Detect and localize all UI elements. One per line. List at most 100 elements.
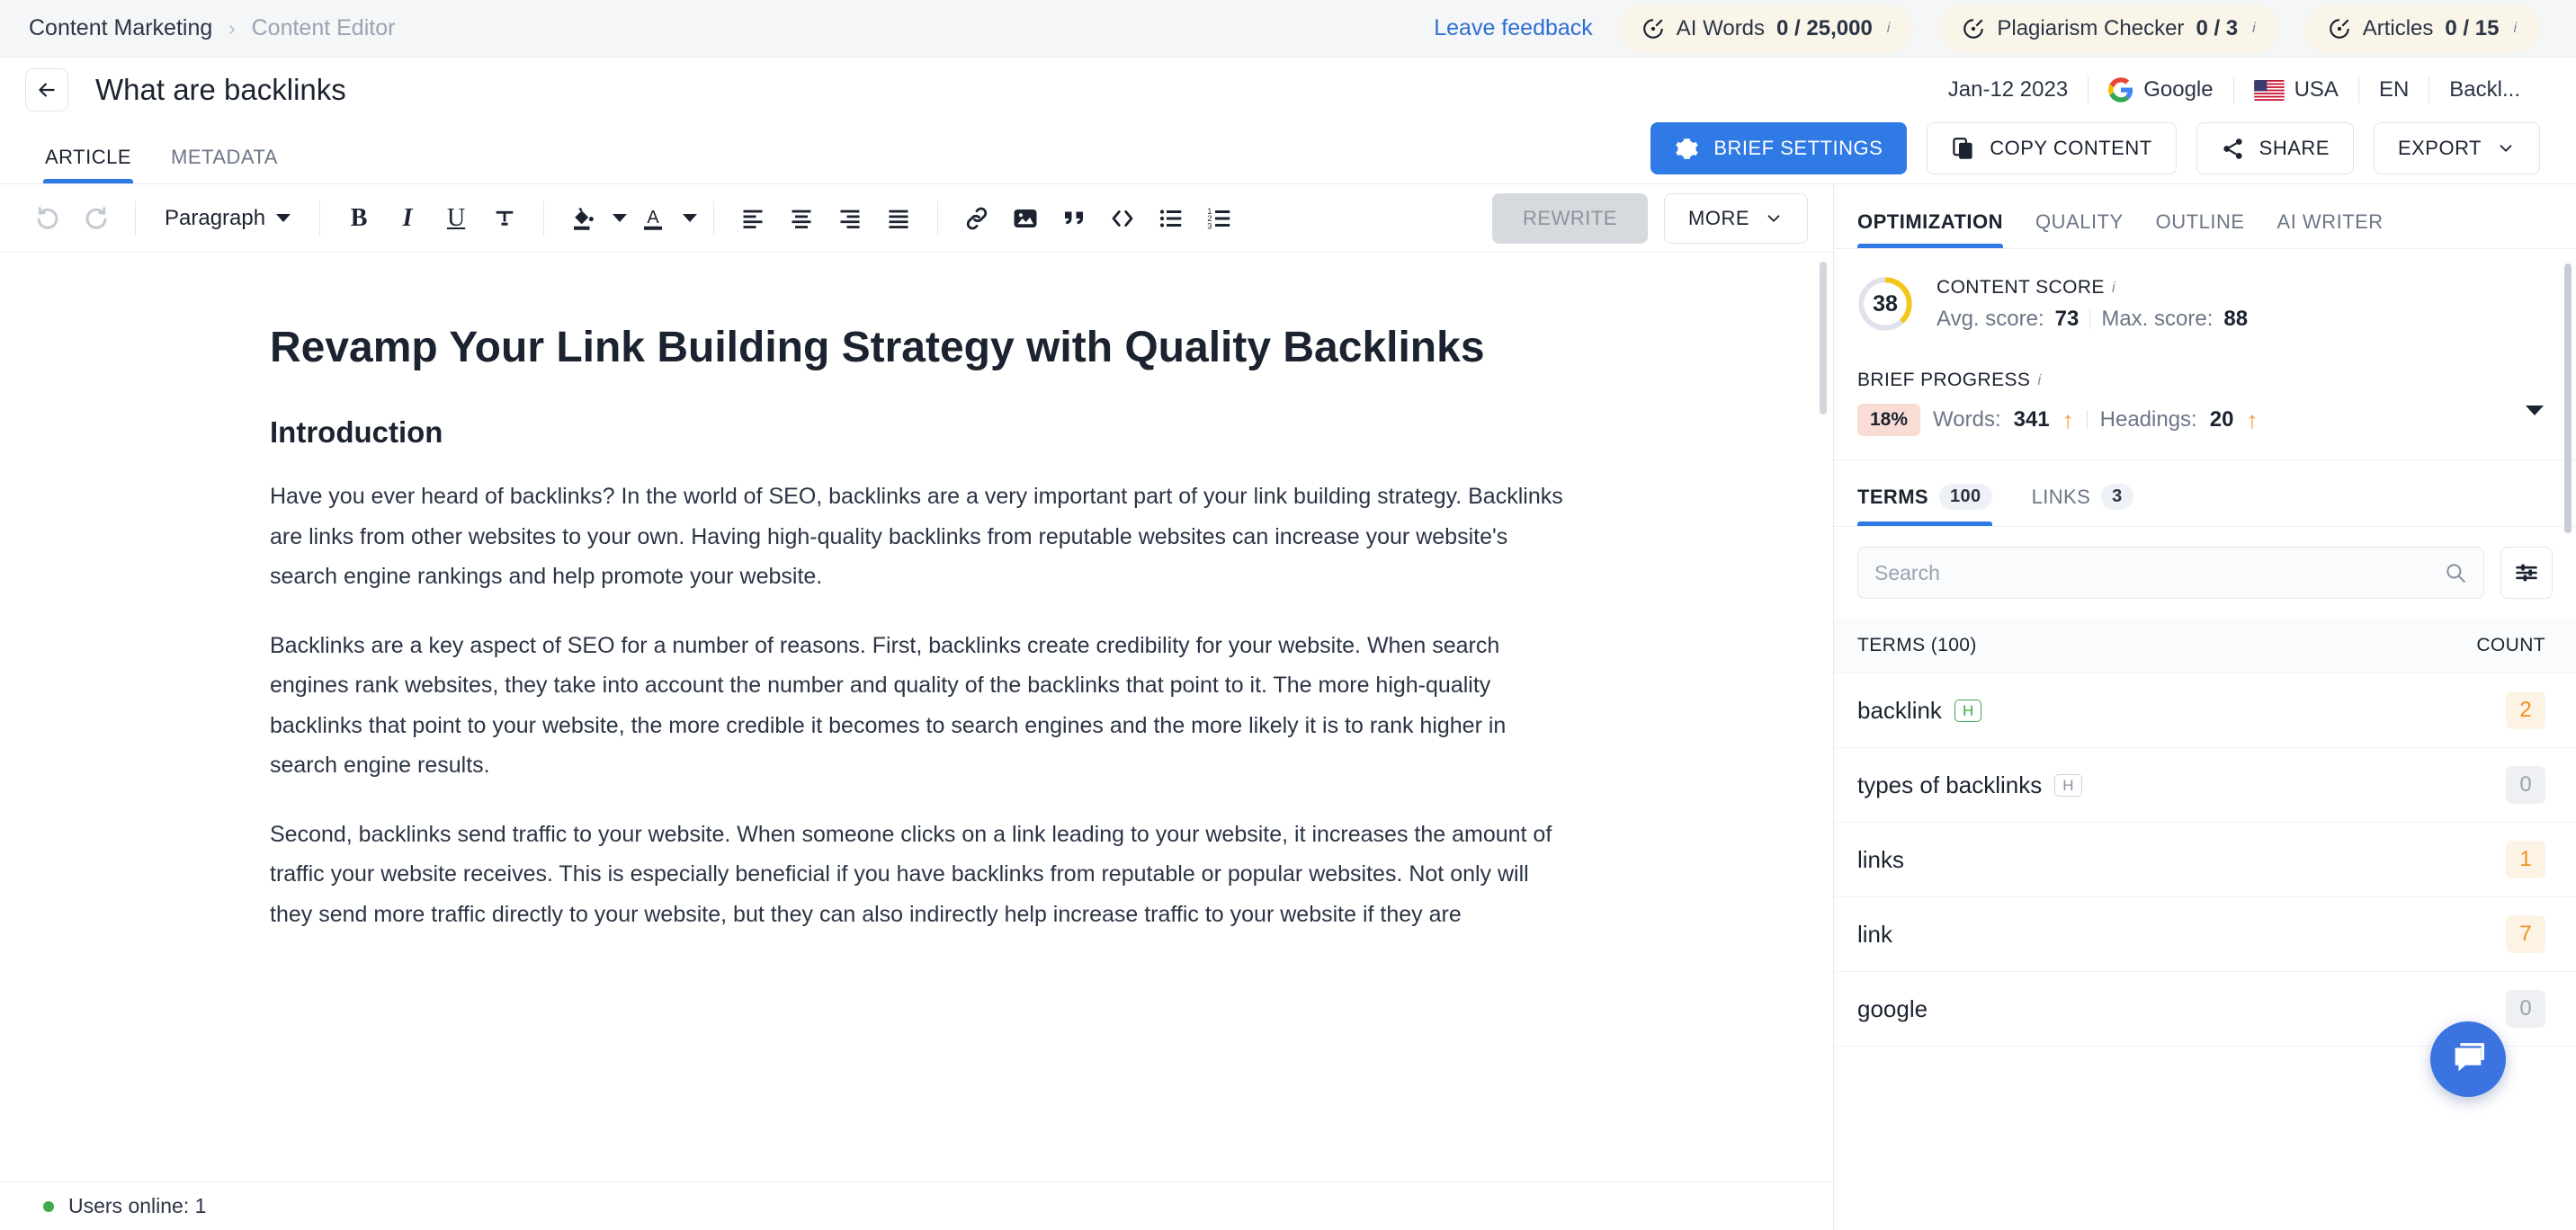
divider: [135, 201, 136, 236]
document-meta: Jan-12 2023 Google: [1928, 76, 2540, 103]
search-input[interactable]: [1874, 561, 2444, 585]
tab-article[interactable]: ARTICLE: [25, 146, 151, 183]
align-right-button[interactable]: [827, 196, 872, 241]
info-icon[interactable]: i: [2252, 21, 2256, 37]
meta-keyword[interactable]: Backl...: [2429, 77, 2540, 102]
page-title[interactable]: What are backlinks: [95, 73, 346, 107]
document-scrollbar[interactable]: [1820, 262, 1827, 414]
gauge-icon: [2328, 17, 2351, 40]
meta-search-engine-label: Google: [2143, 77, 2213, 102]
search-box[interactable]: [1857, 547, 2484, 599]
term-count: 2: [2506, 691, 2545, 729]
tab-terms[interactable]: TERMS 100: [1857, 484, 2012, 526]
back-button[interactable]: [25, 68, 68, 111]
tabs-bar: ARTICLE METADATA BRIEF SETTINGS COPY CON…: [0, 122, 2576, 183]
credit-value: 0 / 15: [2445, 16, 2499, 41]
chat-button[interactable]: [2430, 1021, 2506, 1097]
align-left-icon: [740, 206, 765, 231]
fill-color-control[interactable]: [560, 196, 627, 241]
text-color-button[interactable]: A: [631, 196, 675, 241]
brief-settings-label: BRIEF SETTINGS: [1713, 137, 1883, 160]
bold-button[interactable]: B: [336, 196, 381, 241]
panel-scrollbar[interactable]: [2564, 263, 2572, 533]
copy-content-button[interactable]: COPY CONTENT: [1927, 122, 2176, 174]
tab-quality[interactable]: QUALITY: [2019, 210, 2140, 248]
share-button[interactable]: SHARE: [2196, 122, 2354, 174]
table-row[interactable]: links 1: [1834, 823, 2576, 897]
term-label: backlink: [1857, 697, 1942, 725]
content-score-value: 38: [1857, 276, 1913, 332]
fill-color-button[interactable]: [560, 196, 605, 241]
main-area: Paragraph B I U: [0, 183, 2576, 1230]
document-scroll-area[interactable]: Revamp Your Link Building Strategy with …: [0, 253, 1833, 1181]
info-icon[interactable]: i: [2513, 21, 2517, 37]
leave-feedback-link[interactable]: Leave feedback: [1434, 15, 1593, 41]
breadcrumb-separator: ›: [228, 17, 235, 40]
heading-badge: H: [1954, 700, 1981, 722]
credit-badge-plagiarism-checker[interactable]: Plagiarism Checker 0 / 3 i: [1938, 4, 2278, 53]
meta-keyword-label: Backl...: [2449, 77, 2520, 102]
svg-text:A: A: [647, 208, 659, 227]
document-heading-2[interactable]: Introduction: [270, 415, 1563, 450]
redo-button[interactable]: [74, 196, 119, 241]
insert-image-button[interactable]: [1003, 196, 1048, 241]
info-icon[interactable]: i: [2037, 371, 2041, 389]
credit-value: 0 / 3: [2196, 16, 2238, 41]
brief-progress-label: BRIEF PROGRESS i: [1857, 370, 2553, 391]
words-label: Words:: [1933, 407, 2001, 432]
words-value: 341: [2014, 407, 2050, 432]
align-justify-button[interactable]: [876, 196, 921, 241]
credit-label: Plagiarism Checker: [1997, 16, 2184, 41]
table-row[interactable]: link 7: [1834, 897, 2576, 972]
brief-settings-button[interactable]: BRIEF SETTINGS: [1650, 122, 1907, 174]
chevron-down-icon: [276, 214, 291, 222]
table-row[interactable]: backlink H 2: [1834, 673, 2576, 748]
italic-button[interactable]: I: [385, 196, 430, 241]
blockquote-button[interactable]: [1051, 196, 1096, 241]
brief-progress-title: BRIEF PROGRESS: [1857, 370, 2030, 391]
copy-icon: [1951, 137, 1975, 161]
avg-score-label: Avg. score:: [1936, 307, 2044, 332]
divider: [543, 201, 544, 236]
block-format-select[interactable]: Paragraph: [152, 206, 303, 231]
tab-ai-writer[interactable]: AI WRITER: [2261, 210, 2400, 248]
tab-metadata[interactable]: METADATA: [151, 146, 298, 183]
more-button[interactable]: MORE: [1664, 193, 1808, 244]
table-row[interactable]: types of backlinks H 0: [1834, 748, 2576, 823]
document-heading-1[interactable]: Revamp Your Link Building Strategy with …: [270, 319, 1563, 376]
info-icon[interactable]: i: [1887, 21, 1891, 37]
insert-link-button[interactable]: [954, 196, 999, 241]
underline-button[interactable]: U: [434, 196, 479, 241]
breadcrumb-root[interactable]: Content Marketing: [29, 15, 212, 41]
bullet-list-button[interactable]: [1149, 196, 1194, 241]
document-body[interactable]: Revamp Your Link Building Strategy with …: [0, 253, 1833, 934]
more-label: MORE: [1688, 207, 1749, 230]
chevron-down-icon[interactable]: [683, 214, 697, 222]
align-left-button[interactable]: [730, 196, 775, 241]
document-paragraph[interactable]: Second, backlinks send traffic to your w…: [270, 815, 1563, 935]
divider: [937, 201, 938, 236]
content-score-section: 38 CONTENT SCORE i Avg. score: 73 Max. s…: [1834, 249, 2576, 355]
numbered-list-button[interactable]: 1 2 3: [1197, 196, 1242, 241]
tab-links[interactable]: LINKS 3: [2032, 484, 2153, 526]
meta-date: Jan-12 2023: [1928, 77, 2088, 102]
code-block-button[interactable]: [1100, 196, 1145, 241]
italic-glyph: I: [403, 204, 413, 233]
document-paragraph[interactable]: Have you ever heard of backlinks? In the…: [270, 477, 1563, 597]
credit-badge-ai-words[interactable]: AI Words 0 / 25,000 i: [1618, 4, 1914, 53]
text-color-control[interactable]: A: [631, 196, 697, 241]
undo-button[interactable]: [25, 196, 70, 241]
credit-badge-articles[interactable]: Articles 0 / 15 i: [2304, 4, 2540, 53]
tab-outline[interactable]: OUTLINE: [2140, 210, 2261, 248]
search-icon[interactable]: [2444, 561, 2467, 584]
chevron-down-icon[interactable]: [613, 214, 627, 222]
align-center-button[interactable]: [779, 196, 824, 241]
document-paragraph[interactable]: Backlinks are a key aspect of SEO for a …: [270, 626, 1563, 786]
rewrite-button[interactable]: REWRITE: [1492, 193, 1648, 244]
tab-optimization[interactable]: OPTIMIZATION: [1857, 210, 2019, 248]
filter-button[interactable]: [2500, 547, 2553, 599]
info-icon[interactable]: i: [2112, 279, 2115, 297]
export-button[interactable]: EXPORT: [2374, 122, 2540, 174]
strikethrough-button[interactable]: [482, 196, 527, 241]
brief-expand-toggle[interactable]: [2526, 406, 2544, 415]
